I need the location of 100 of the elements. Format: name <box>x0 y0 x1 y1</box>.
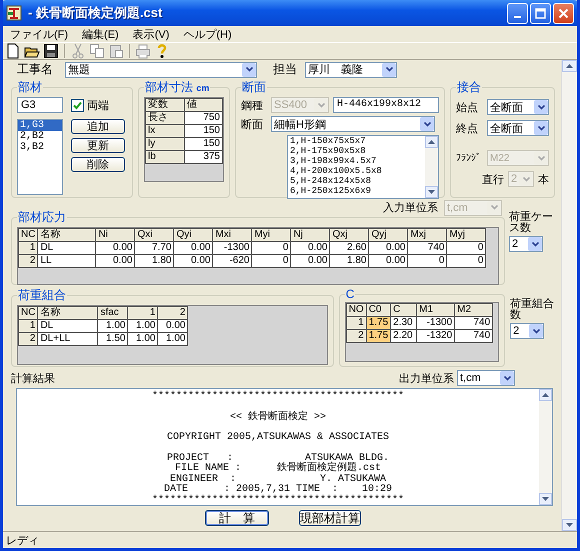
dropdown[interactable]: t,cm <box>457 370 515 386</box>
table-cell: LL <box>38 254 96 268</box>
input-field[interactable]: G3 <box>17 97 63 113</box>
maximize-button[interactable] <box>530 2 551 24</box>
field-label: 終点 <box>456 122 478 136</box>
dropdown[interactable]: 全断面 <box>487 99 549 115</box>
chevron-down-icon <box>386 67 392 72</box>
table-cell: DL <box>38 242 96 254</box>
chevron-down-icon <box>532 242 538 246</box>
output-line: << 鉄骨断面検定 >> <box>230 412 326 423</box>
dropdown[interactable]: 無題 <box>65 62 257 78</box>
row-header: 2 <box>18 332 38 346</box>
push-button[interactable]: 更新 <box>71 138 125 153</box>
menu-item[interactable]: 編集(E) <box>75 26 126 42</box>
list-item[interactable]: 2,H-175x90x5x8 <box>290 146 425 156</box>
output-line: COPYRIGHT 2005,ATSUKAWAS & ASSOCIATES <box>166 433 390 444</box>
up-arrow-icon <box>428 140 435 144</box>
table-cell: 0.00 <box>368 242 408 254</box>
field-label: 出力単位系 <box>399 372 454 386</box>
table-cell: 750 <box>184 112 222 124</box>
menu-item[interactable]: ヘルプ(H) <box>176 26 239 42</box>
push-button[interactable]: 削除 <box>71 157 125 172</box>
table-cell: 150 <box>184 138 222 150</box>
column-header: Qxj <box>330 228 369 242</box>
table-cell: 740 <box>454 330 493 342</box>
push-button[interactable]: 現部材計算 <box>299 510 361 526</box>
field-label: 鋼種 <box>241 98 264 112</box>
field-label: 始点 <box>456 100 478 114</box>
push-button[interactable]: 追加 <box>71 119 125 134</box>
column-header: M1 <box>416 304 455 316</box>
list-item[interactable]: 1,H-150x75x5x7 <box>290 136 425 146</box>
table-cell: 0.00 <box>290 242 330 254</box>
column-header: C <box>390 304 417 316</box>
table-cell: DL <box>38 320 98 332</box>
scrollbar[interactable] <box>539 389 552 505</box>
column-header: sfac <box>98 306 128 320</box>
row-header: 1 <box>346 316 366 330</box>
close-button[interactable] <box>553 2 574 24</box>
down-arrow-icon <box>542 497 549 501</box>
table-cell: 150 <box>184 124 222 138</box>
push-button[interactable]: 計 算 <box>205 510 269 526</box>
maximize-icon <box>535 8 546 18</box>
group-title: 部材応力 <box>17 209 67 226</box>
table-cell: 0.00 <box>174 254 213 268</box>
table-cell: 0.00 <box>368 254 408 268</box>
table-cell: 0 <box>408 254 447 268</box>
chevron-down-icon <box>246 67 252 72</box>
dropdown[interactable]: 2 <box>509 236 543 252</box>
chevron-down-icon <box>522 176 530 182</box>
dropdown[interactable]: 細幅H形鋼 <box>271 116 435 132</box>
output-line: ****************************************** <box>152 392 404 402</box>
scrollbar[interactable] <box>425 136 438 198</box>
group-title: 部材 <box>17 79 43 96</box>
table-cell: 740 <box>408 242 447 254</box>
blank-page-icon[interactable] <box>5 43 21 59</box>
dropdown[interactable]: 厚川 義隆 <box>305 62 397 78</box>
list-item[interactable]: 1,G3 <box>18 120 62 131</box>
menu-item[interactable]: ファイル(F) <box>3 26 76 42</box>
dropdown[interactable]: 2 <box>510 323 544 339</box>
row-header: 1 <box>18 242 38 254</box>
table-cell: -1320 <box>416 330 455 342</box>
close-icon <box>558 8 569 18</box>
output-line: ****************************************** <box>152 496 404 506</box>
list-item[interactable]: 3,H-198x99x4.5x7 <box>290 156 425 166</box>
table-cell: 375 <box>184 150 222 164</box>
list-item[interactable]: 3,B2 <box>18 142 62 153</box>
unit-label: 本 <box>538 172 549 186</box>
list-item[interactable]: 2,B2 <box>18 131 62 142</box>
window-title: - 鉄骨断面検定例題.cst <box>28 4 164 22</box>
output-line: ENGINEER : Y. ATSUKAWA <box>170 474 386 484</box>
list-item[interactable]: 5,H-248x124x5x8 <box>290 176 425 186</box>
group-title: C <box>344 287 356 301</box>
chevron-down-icon <box>538 126 544 130</box>
up-arrow-icon <box>566 64 573 68</box>
column-header: 名称 <box>38 306 98 320</box>
group-title: 荷重組合 <box>17 287 67 304</box>
table-cell: 740 <box>454 316 493 330</box>
input-field[interactable]: H-446x199x8x12 <box>333 97 439 113</box>
table-cell: 0 <box>446 242 486 254</box>
column-header: Myi <box>252 228 291 242</box>
checkbox-label: 両端 <box>87 98 109 112</box>
field-label: ﾌﾗﾝｼﾞ <box>456 152 481 164</box>
scrollbar[interactable] <box>562 60 577 531</box>
list-item[interactable]: 6,H-250x125x6x9 <box>290 186 425 196</box>
minimize-button[interactable] <box>507 2 528 24</box>
column-header: NO <box>346 304 366 316</box>
row-header: lb <box>146 150 184 164</box>
table-cell: DL+LL <box>38 332 98 346</box>
table-cell: 0 <box>252 242 291 254</box>
field-label: 入力単位系 <box>383 200 438 215</box>
dropdown[interactable]: 全断面 <box>487 120 549 136</box>
column-header: M2 <box>454 304 493 316</box>
table-cell: -620 <box>212 254 252 268</box>
menu-item[interactable]: 表示(V) <box>126 26 176 42</box>
table-cell: -1300 <box>212 242 252 254</box>
checkbox[interactable] <box>71 98 84 112</box>
table-cell: 0.00 <box>96 242 135 254</box>
output-text-area[interactable] <box>16 388 553 506</box>
table-cell: 7.70 <box>134 242 174 254</box>
list-item[interactable]: 4,H-200x100x5.5x8 <box>290 166 425 176</box>
